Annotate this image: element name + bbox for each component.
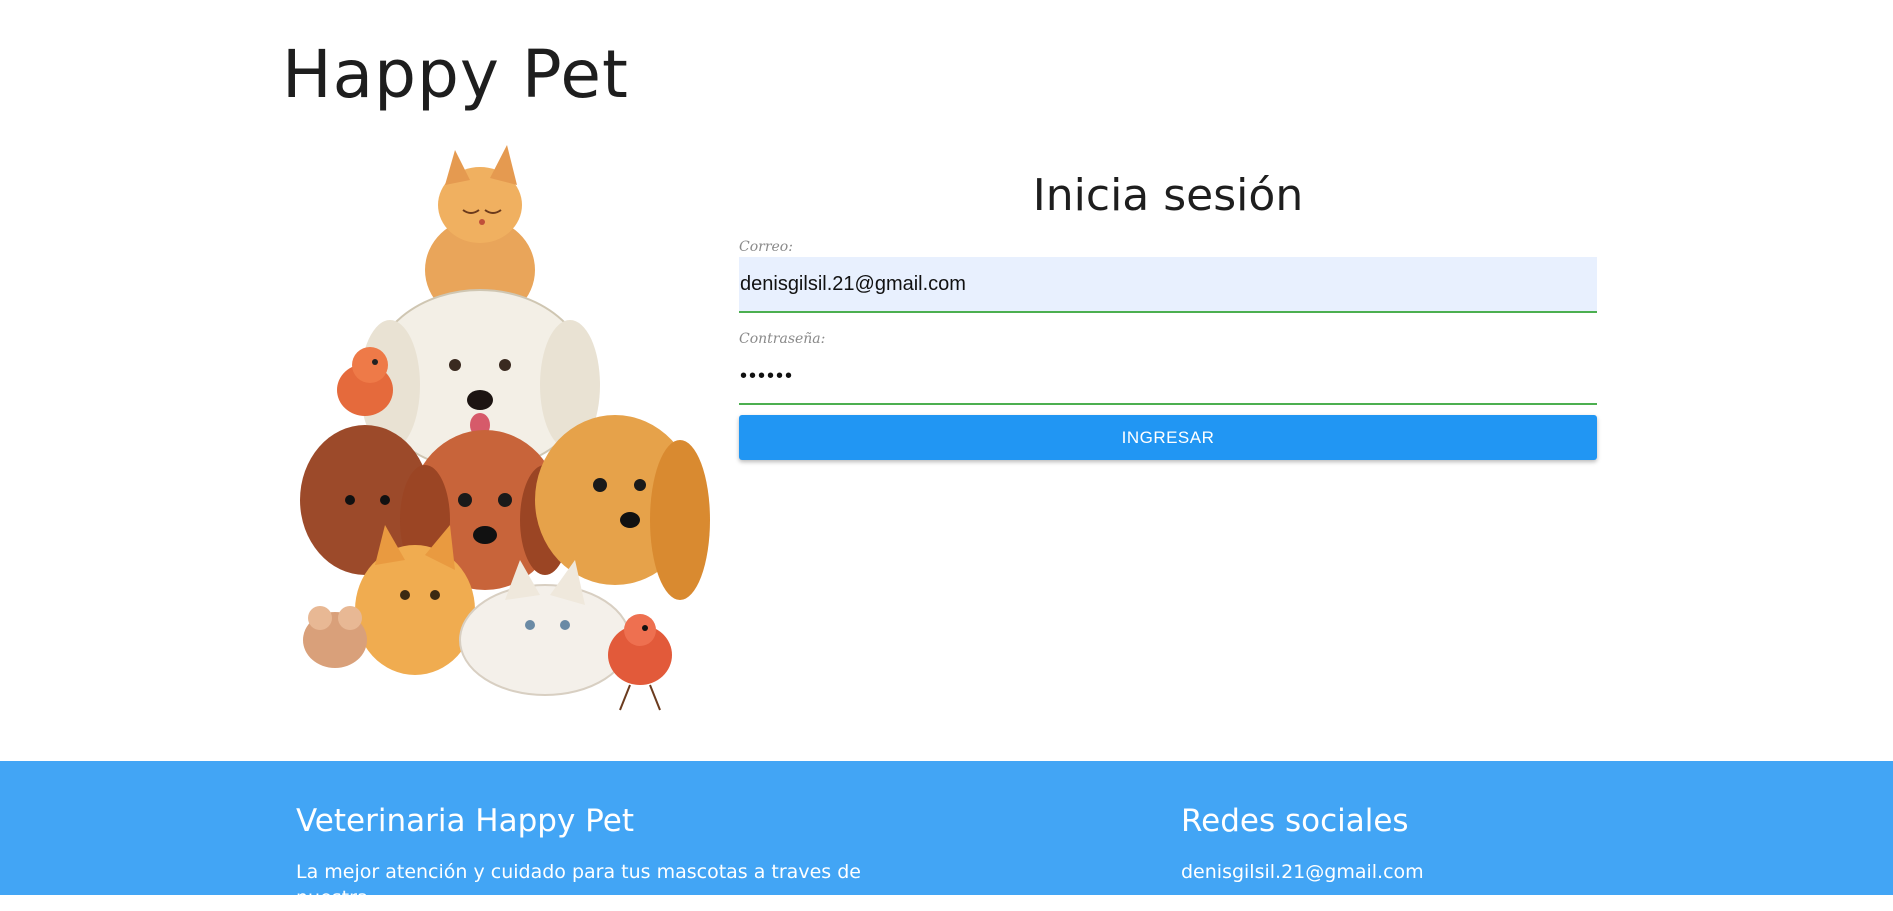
footer-social-title: Redes sociales: [1181, 803, 1409, 839]
bird-left-icon: [337, 347, 393, 416]
spaniel-right-icon: [535, 415, 710, 600]
login-title: Inicia sesión: [1032, 170, 1304, 221]
password-field[interactable]: [739, 349, 1597, 405]
email-field[interactable]: [739, 257, 1597, 313]
password-group: Contraseña:: [739, 331, 1597, 405]
footer-about-text: La mejor atención y cuidado para tus mas…: [296, 861, 861, 909]
footer-social: Redes sociales denisgilsil.21@gmail.com: [1181, 803, 1581, 885]
password-label: Contraseña:: [739, 331, 826, 347]
login-form: Inicia sesión Correo: Contraseña: INGRES…: [739, 160, 1597, 460]
email-label: Correo:: [739, 239, 793, 255]
site-footer: Veterinaria Happy Pet La mejor atención …: [0, 761, 1893, 909]
footer-about-title: Veterinaria Happy Pet: [296, 803, 634, 839]
brand-title: Happy Pet: [282, 36, 629, 113]
mouse-icon: [303, 606, 367, 668]
login-submit-button[interactable]: INGRESAR: [739, 415, 1597, 460]
email-group: Correo:: [739, 239, 1597, 313]
pets-illustration: [300, 145, 710, 711]
footer-social-email[interactable]: denisgilsil.21@gmail.com: [1181, 859, 1581, 885]
